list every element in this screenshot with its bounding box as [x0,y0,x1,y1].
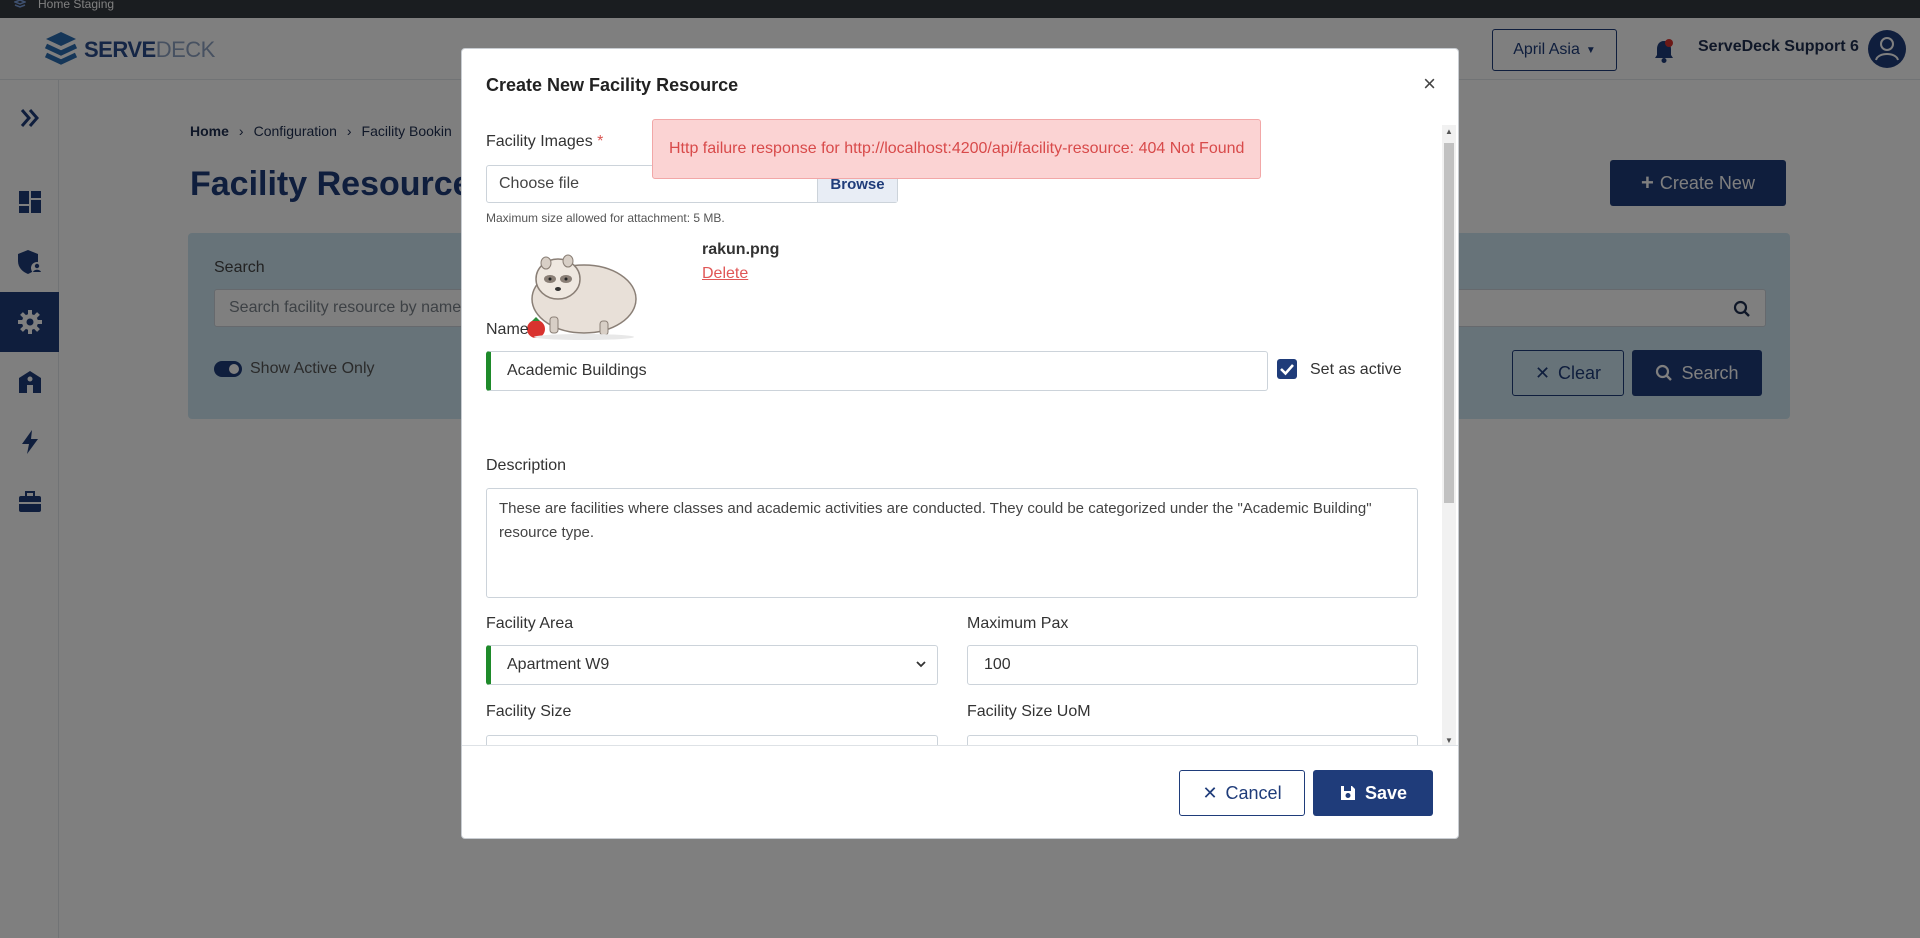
save-label: Save [1364,782,1408,803]
close-icon[interactable]: × [1423,73,1436,95]
close-icon: ✕ [1202,782,1218,803]
modal-title: Create New Facility Resource [486,75,739,95]
facility-size-label: Facility Size [486,703,572,720]
maximum-pax-value: 100 [984,656,1011,673]
description-label: Description [486,457,567,474]
name-label: Name [486,321,529,338]
maximum-pax-input[interactable]: 100 [967,645,1418,685]
raccoon-image-preview [527,254,637,340]
error-toast-message: Http failure response for http://localho… [669,140,1245,157]
cancel-label: Cancel [1225,782,1282,803]
save-button[interactable]: Save [1313,770,1433,816]
description-textarea[interactable]: These are facilities where classes and a… [486,488,1418,598]
facility-area-label: Facility Area [486,615,574,632]
name-input[interactable]: Academic Buildings [486,351,1268,391]
modal-scrollbar[interactable]: ▲ ▼ [1442,125,1456,745]
floppy-disk-icon [1340,786,1355,800]
delete-attachment-link[interactable]: Delete [702,265,748,283]
facility-images-label: Facility Images * [486,133,604,150]
facility-area-select[interactable]: Apartment W9 [486,645,938,685]
set-active-checkbox[interactable] [1277,359,1297,379]
chevron-down-icon [916,661,926,668]
attachment-file-name: rakun.png [702,241,780,258]
scroll-down-icon[interactable]: ▼ [1445,736,1453,745]
facility-size-uom-label: Facility Size UoM [967,703,1091,720]
name-value: Academic Buildings [507,362,647,379]
maximum-pax-label: Maximum Pax [967,615,1069,632]
modal-body[interactable]: Facility Images * Choose file Browse Max… [462,115,1458,745]
set-active-label: Set as active [1310,361,1402,378]
check-icon [1280,364,1294,376]
error-toast[interactable]: Http failure response for http://localho… [652,119,1262,179]
max-size-hint: Maximum size allowed for attachment: 5 M… [486,211,725,225]
facility-size-uom-input[interactable] [967,735,1418,745]
cancel-button[interactable]: ✕ Cancel [1179,770,1305,816]
facility-size-input[interactable] [486,735,938,745]
scroll-up-icon[interactable]: ▲ [1445,127,1453,136]
scrollbar-thumb[interactable] [1444,143,1454,503]
facility-area-value: Apartment W9 [507,656,610,673]
modal-header: Create New Facility Resource × [462,49,1458,113]
modal-footer: ✕ Cancel Save [462,745,1458,838]
